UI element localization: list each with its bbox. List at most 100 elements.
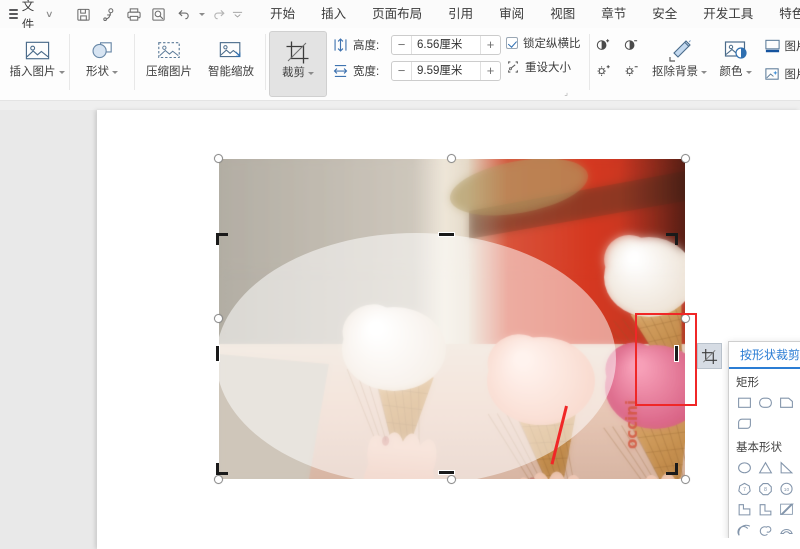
shape-option-rectangle[interactable] xyxy=(734,392,755,413)
shape-option-block-arc[interactable] xyxy=(776,520,797,538)
ribbon-divider xyxy=(69,34,70,90)
crop-handle-bottom-right-v[interactable] xyxy=(675,463,678,475)
width-input[interactable]: 9.59厘米 xyxy=(411,61,481,80)
shape-option-diagonal-stripe[interactable] xyxy=(776,499,797,520)
chevron-down-icon[interactable] xyxy=(745,70,752,74)
shape-option-l-shape[interactable] xyxy=(755,499,776,520)
selection-handle-top-right[interactable] xyxy=(681,154,690,163)
tab-start[interactable]: 开始 xyxy=(257,0,308,28)
reset-size-button[interactable]: 重设大小 xyxy=(506,59,581,75)
chevron-down-icon[interactable] xyxy=(58,70,65,74)
chevron-down-icon[interactable] xyxy=(112,70,118,74)
shape-option-oval[interactable] xyxy=(734,457,755,478)
tab-developer-tools[interactable]: 开发工具 xyxy=(690,0,766,28)
shape-option-right-triangle[interactable] xyxy=(776,457,797,478)
insert-picture-label: 插入图片 xyxy=(9,66,56,78)
crop-handle-top-center[interactable] xyxy=(438,232,455,237)
shape-option-triangle[interactable] xyxy=(755,457,776,478)
wps-writer-window: 文件 ∨ 开始 插入 页面布局 引用 审阅 视图 章节 安全 开发工具 特色 插… xyxy=(0,0,800,549)
crop-handle-bottom-left-v[interactable] xyxy=(216,463,219,475)
shape-option-corner[interactable] xyxy=(734,499,755,520)
selection-handle-top-left[interactable] xyxy=(214,154,223,163)
shape-grid-basic-shapes: 781012 xyxy=(729,457,800,538)
crop-button[interactable]: 裁剪 xyxy=(269,31,327,97)
chevron-down-icon[interactable] xyxy=(701,70,707,74)
tab-security[interactable]: 安全 xyxy=(639,0,690,28)
height-label: 高度: xyxy=(353,39,380,52)
crop-handle-bottom-center[interactable] xyxy=(438,470,455,475)
shape-button[interactable]: 形状 xyxy=(73,31,131,97)
selection-handle-middle-left[interactable] xyxy=(214,314,223,323)
tab-insert[interactable]: 插入 xyxy=(308,0,359,28)
tab-references[interactable]: 引用 xyxy=(435,0,486,28)
ribbon-dialog-launcher[interactable]: ⌟ xyxy=(564,88,568,97)
print-preview-icon[interactable] xyxy=(146,3,171,25)
ribbon-divider xyxy=(265,34,266,90)
shape-option-arc[interactable] xyxy=(734,520,755,538)
picture-effects-button[interactable]: 图片效果 xyxy=(760,61,800,86)
ribbon-tabs: 开始 插入 页面布局 引用 审阅 视图 章节 安全 开发工具 特色应用 xyxy=(257,0,800,28)
shape-label: 形状 xyxy=(86,66,109,78)
shape-option-spiral[interactable] xyxy=(755,520,776,538)
chevron-down-icon[interactable] xyxy=(308,71,314,75)
shape-option-heptagon[interactable]: 7 xyxy=(734,478,755,499)
compress-picture-label: 压缩图片 xyxy=(146,66,192,78)
contrast-increase-icon[interactable] xyxy=(593,35,614,54)
save-icon[interactable] xyxy=(71,3,96,25)
undo-icon[interactable] xyxy=(171,3,196,25)
brightness-increase-icon[interactable] xyxy=(593,61,614,80)
crop-handle-middle-left[interactable] xyxy=(215,345,220,362)
shape-option-snip-single-corner-rectangle[interactable] xyxy=(776,392,797,413)
height-input[interactable]: 6.56厘米 xyxy=(411,35,481,54)
tab-review[interactable]: 审阅 xyxy=(486,0,537,28)
selection-handle-top-center[interactable] xyxy=(447,154,456,163)
contrast-decrease-icon[interactable] xyxy=(621,35,642,54)
height-decrease-button[interactable]: − xyxy=(392,36,411,54)
width-increase-button[interactable]: + xyxy=(481,62,500,80)
svg-text:7: 7 xyxy=(743,487,746,493)
ribbon-divider xyxy=(588,34,590,90)
remove-background-button[interactable]: 抠除背景 xyxy=(648,31,712,97)
undo-dropdown-caret[interactable] xyxy=(196,3,207,25)
picture-outline-button[interactable]: 图片轮廓 xyxy=(760,33,800,58)
selection-handle-bottom-center[interactable] xyxy=(447,475,456,484)
shape-option-rounded-rectangle[interactable] xyxy=(755,392,776,413)
share-icon[interactable] xyxy=(96,3,121,25)
crop-label: 裁剪 xyxy=(282,67,305,79)
shape-icon xyxy=(89,31,116,65)
tab-chapter[interactable]: 章节 xyxy=(588,0,639,28)
lock-aspect-ratio-checkbox[interactable]: 锁定纵横比 xyxy=(506,35,581,51)
compress-picture-button[interactable]: 压缩图片 xyxy=(138,31,200,97)
quick-access-toolbar xyxy=(71,3,243,25)
document-page[interactable]: 按形状裁剪 按比例裁剪 矩形 基本形状 781012 软件技巧 xyxy=(97,110,800,549)
selected-picture[interactable] xyxy=(214,154,690,484)
shape-option-round-diagonal-corner-rectangle[interactable] xyxy=(734,413,755,434)
brightness-decrease-icon[interactable] xyxy=(621,61,642,80)
redo-icon[interactable] xyxy=(207,3,232,25)
remove-background-label-wrap: 抠除背景 xyxy=(652,65,707,79)
height-stepper[interactable]: − 6.56厘米 + xyxy=(391,34,501,55)
width-decrease-button[interactable]: − xyxy=(392,62,411,80)
selection-handle-bottom-right[interactable] xyxy=(681,475,690,484)
crop-tool-floating-button[interactable] xyxy=(697,343,722,369)
tab-view[interactable]: 视图 xyxy=(537,0,588,28)
tab-page-layout[interactable]: 页面布局 xyxy=(359,0,435,28)
color-button[interactable]: 颜色 xyxy=(712,31,760,97)
smart-scale-button[interactable]: 智能缩放 xyxy=(200,31,262,97)
bottom-right-white-panel xyxy=(662,538,800,549)
crop-shape-panel: 按形状裁剪 按比例裁剪 矩形 基本形状 781012 xyxy=(728,341,800,539)
crop-handle-top-left-v[interactable] xyxy=(216,233,219,245)
height-increase-button[interactable]: + xyxy=(481,36,500,54)
crop-handle-top-right-v[interactable] xyxy=(675,233,678,245)
print-icon[interactable] xyxy=(121,3,146,25)
picture-outline-icon xyxy=(764,38,781,54)
tab-crop-by-shape[interactable]: 按形状裁剪 xyxy=(729,342,800,369)
shape-option-decagon[interactable]: 10 xyxy=(776,478,797,499)
width-label: 宽度: xyxy=(353,65,380,78)
shape-option-octagon[interactable]: 8 xyxy=(755,478,776,499)
insert-picture-button[interactable]: 插入图片 xyxy=(8,31,66,97)
selection-handle-bottom-left[interactable] xyxy=(214,475,223,484)
customize-toolbar-caret[interactable] xyxy=(232,3,243,25)
width-stepper[interactable]: − 9.59厘米 + xyxy=(391,60,501,81)
tab-featured-apps[interactable]: 特色应用 xyxy=(766,0,800,28)
